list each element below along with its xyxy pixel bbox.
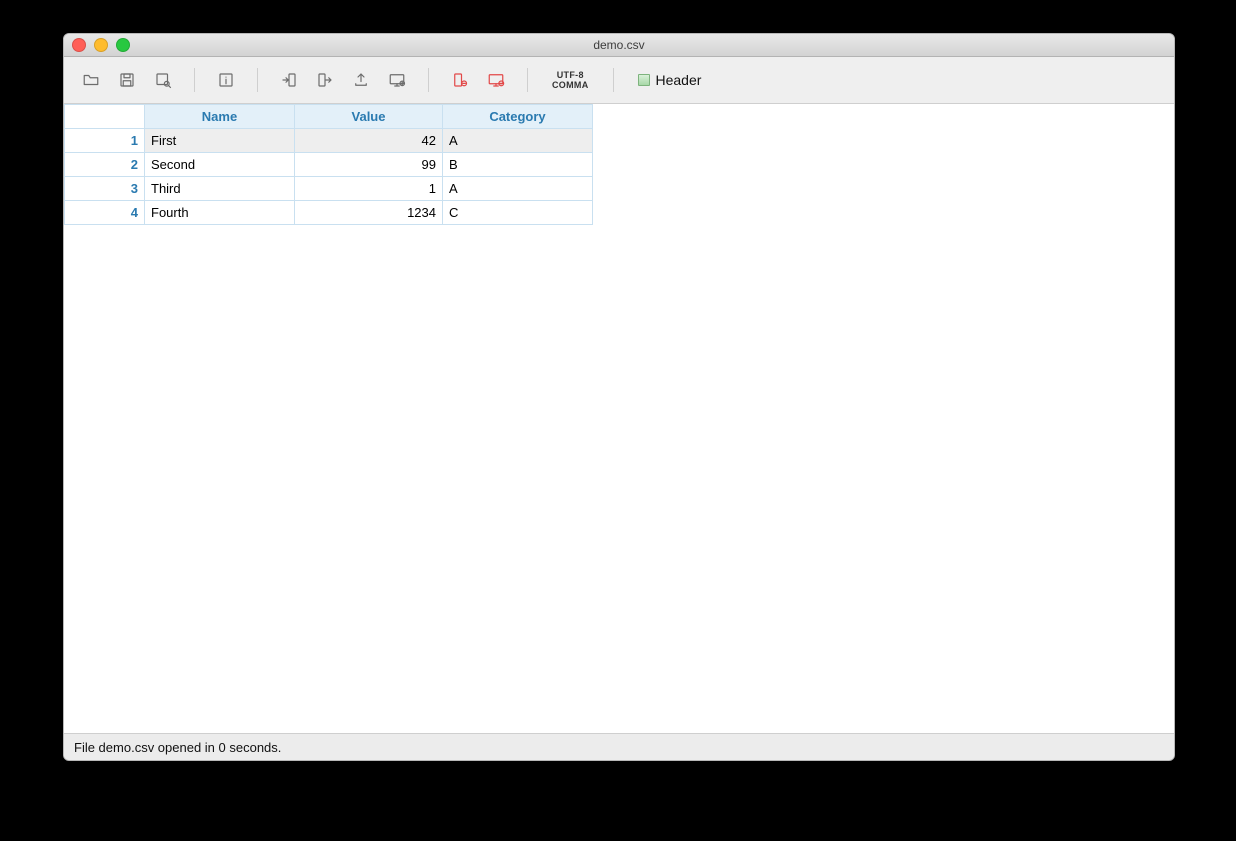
- cell-category[interactable]: A: [443, 177, 593, 201]
- screen-add-icon[interactable]: [384, 67, 410, 93]
- app-window: demo.csv: [63, 33, 1175, 761]
- table-row[interactable]: 1First42A: [65, 129, 593, 153]
- delete-screen-icon[interactable]: [483, 67, 509, 93]
- header-toggle[interactable]: Header: [638, 72, 702, 88]
- encoding-selector[interactable]: UTF-8 COMMA: [546, 70, 595, 90]
- column-header-value[interactable]: Value: [295, 105, 443, 129]
- column-header-name[interactable]: Name: [145, 105, 295, 129]
- toolbar-separator: [194, 68, 195, 92]
- traffic-lights: [72, 38, 130, 52]
- toolbar-separator: [428, 68, 429, 92]
- cell-value[interactable]: 1: [295, 177, 443, 201]
- cell-value[interactable]: 1234: [295, 201, 443, 225]
- row-number-header[interactable]: [65, 105, 145, 129]
- save-file-icon[interactable]: [114, 67, 140, 93]
- row-number[interactable]: 2: [65, 153, 145, 177]
- window-title: demo.csv: [64, 38, 1174, 52]
- table-row[interactable]: 3Third1A: [65, 177, 593, 201]
- status-bar: File demo.csv opened in 0 seconds.: [64, 733, 1174, 760]
- cell-category[interactable]: A: [443, 129, 593, 153]
- cell-value[interactable]: 99: [295, 153, 443, 177]
- table-row[interactable]: 2Second99B: [65, 153, 593, 177]
- cell-value[interactable]: 42: [295, 129, 443, 153]
- cell-name[interactable]: Fourth: [145, 201, 295, 225]
- row-number[interactable]: 3: [65, 177, 145, 201]
- data-table[interactable]: Name Value Category 1First42A2Second99B3…: [64, 104, 593, 225]
- info-icon[interactable]: [213, 67, 239, 93]
- row-number[interactable]: 1: [65, 129, 145, 153]
- minimize-window-button[interactable]: [94, 38, 108, 52]
- export-column-icon[interactable]: [312, 67, 338, 93]
- delete-column-icon[interactable]: [447, 67, 473, 93]
- encoding-line1: UTF-8: [552, 70, 589, 80]
- save-search-icon[interactable]: [150, 67, 176, 93]
- content-area: Name Value Category 1First42A2Second99B3…: [64, 104, 1174, 733]
- zoom-window-button[interactable]: [116, 38, 130, 52]
- cell-name[interactable]: Third: [145, 177, 295, 201]
- toolbar-separator: [527, 68, 528, 92]
- status-text: File demo.csv opened in 0 seconds.: [74, 740, 281, 755]
- row-number[interactable]: 4: [65, 201, 145, 225]
- import-column-icon[interactable]: [276, 67, 302, 93]
- titlebar: demo.csv: [64, 34, 1174, 57]
- header-toggle-label: Header: [656, 72, 702, 88]
- header-checkbox-icon: [638, 74, 650, 86]
- cell-category[interactable]: C: [443, 201, 593, 225]
- close-window-button[interactable]: [72, 38, 86, 52]
- toolbar-separator: [613, 68, 614, 92]
- cell-category[interactable]: B: [443, 153, 593, 177]
- toolbar: UTF-8 COMMA Header: [64, 57, 1174, 104]
- column-header-category[interactable]: Category: [443, 105, 593, 129]
- toolbar-separator: [257, 68, 258, 92]
- table-row[interactable]: 4Fourth1234C: [65, 201, 593, 225]
- cell-name[interactable]: First: [145, 129, 295, 153]
- upload-icon[interactable]: [348, 67, 374, 93]
- open-file-icon[interactable]: [78, 67, 104, 93]
- cell-name[interactable]: Second: [145, 153, 295, 177]
- encoding-line2: COMMA: [552, 80, 589, 90]
